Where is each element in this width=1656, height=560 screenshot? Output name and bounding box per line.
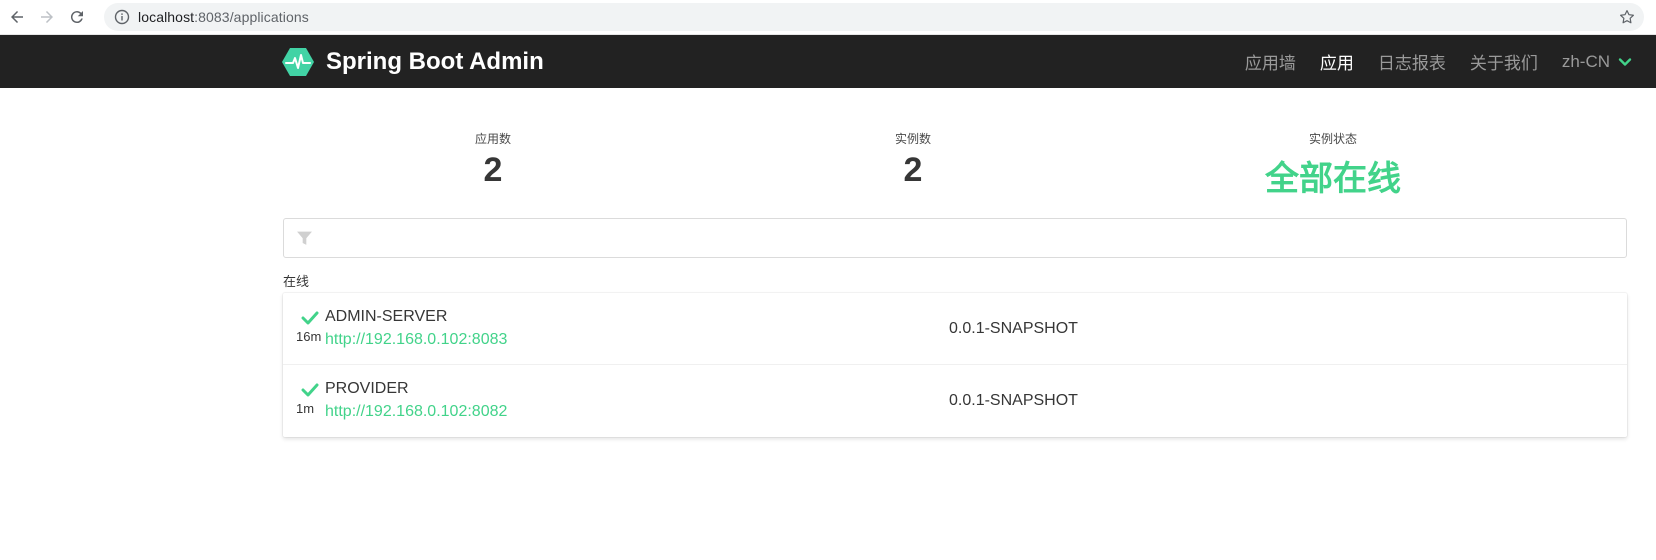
brand-title: Spring Boot Admin: [326, 48, 544, 75]
language-selector[interactable]: zh-CN: [1562, 52, 1632, 72]
nav-item-log-report[interactable]: 日志报表: [1378, 49, 1446, 74]
spring-boot-admin-logo-icon: [282, 48, 314, 76]
check-icon: [301, 311, 319, 325]
stat-instances-value: 2: [903, 151, 923, 189]
application-name: ADMIN-SERVER: [325, 308, 448, 325]
app-navbar: Spring Boot Admin 应用墙 应用 日志报表 关于我们 zh-CN: [0, 35, 1656, 88]
language-label: zh-CN: [1561, 51, 1610, 71]
stat-applications: 应用数 2: [283, 130, 703, 190]
uptime: 1m: [296, 401, 315, 416]
group-label-online: 在线: [283, 274, 310, 289]
uptime: 16m: [296, 329, 322, 344]
address-bar[interactable]: localhost:8083/applications: [104, 3, 1644, 31]
application-row[interactable]: 1m PROVIDER http://192.168.0.102:8082 0.…: [283, 365, 1627, 437]
stat-status-value: 全部在线: [1265, 160, 1401, 198]
stat-instances-label: 实例数: [894, 132, 931, 146]
info-icon[interactable]: [114, 9, 130, 25]
nav-item-about[interactable]: 关于我们: [1470, 49, 1538, 74]
filter-input[interactable]: [322, 225, 1612, 251]
address-url[interactable]: localhost:8083/applications: [138, 9, 309, 25]
application-version: 0.0.1-SNAPSHOT: [949, 392, 1078, 409]
application-url-link[interactable]: http://192.168.0.102:8082: [325, 403, 507, 421]
back-arrow-icon[interactable]: [6, 6, 28, 28]
brand[interactable]: Spring Boot Admin: [282, 46, 544, 78]
chevron-down-icon: [1618, 57, 1632, 66]
browser-toolbar: localhost:8083/applications: [0, 0, 1656, 35]
stat-instance-status: 实例状态 全部在线: [1123, 130, 1543, 200]
application-url-link[interactable]: http://192.168.0.102:8083: [325, 331, 507, 349]
nav-item-applications[interactable]: 应用: [1320, 49, 1354, 74]
filter-box: [283, 218, 1627, 258]
reload-icon[interactable]: [66, 6, 88, 28]
stat-instances: 实例数 2: [703, 130, 1123, 190]
nav-menu: 应用墙 应用 日志报表 关于我们 zh-CN: [1221, 35, 1632, 88]
application-row[interactable]: 16m ADMIN-SERVER http://192.168.0.102:80…: [283, 293, 1627, 365]
filter-icon: [297, 231, 312, 245]
stat-applications-value: 2: [483, 151, 503, 189]
bookmark-star-icon[interactable]: [1618, 8, 1636, 26]
application-version: 0.0.1-SNAPSHOT: [949, 320, 1078, 337]
stat-status-label: 实例状态: [1308, 132, 1357, 146]
application-list: 16m ADMIN-SERVER http://192.168.0.102:80…: [283, 293, 1627, 437]
forward-arrow-icon[interactable]: [36, 6, 58, 28]
summary-stats: 应用数 2 实例数 2 实例状态 全部在线: [283, 130, 1627, 200]
nav-item-wallboard[interactable]: 应用墙: [1245, 49, 1296, 74]
check-icon: [301, 383, 319, 397]
application-name: PROVIDER: [325, 380, 409, 397]
stat-applications-label: 应用数: [474, 132, 511, 146]
